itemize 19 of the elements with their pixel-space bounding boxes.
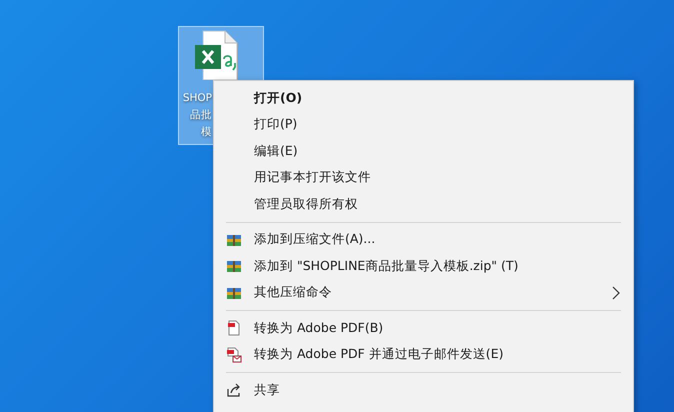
share-icon (226, 382, 242, 398)
menu-item[interactable]: 其他压缩命令 (214, 280, 633, 306)
menu-item[interactable]: 转换为 Adobe PDF(B) (214, 315, 633, 342)
archive-icon (226, 258, 242, 274)
pdf-email-icon (226, 346, 242, 363)
file-name-label: 品批 (190, 108, 212, 123)
menu-item[interactable]: 管理员取得所有权 (214, 191, 633, 218)
menu-item[interactable]: 编辑(E) (214, 138, 633, 164)
menu-item[interactable]: 打印(P) (214, 112, 633, 138)
file-name-label: SHOP (182, 91, 212, 106)
menu-item[interactable]: 共享 (214, 377, 633, 404)
desktop-file-icon[interactable] (178, 26, 264, 80)
file-name-label: 模 (201, 125, 212, 140)
menu-item[interactable]: 添加到 "SHOPLINE商品批量导入模板.zip" (T) (214, 253, 633, 280)
menu-item[interactable]: 打开(O) (214, 85, 633, 112)
menu-item[interactable]: 转换为 Adobe PDF 并通过电子邮件发送(E) (214, 342, 633, 368)
menu-item[interactable]: 用记事本打开该文件 (214, 164, 633, 191)
menu-item[interactable]: 添加到压缩文件(A)... (214, 226, 633, 253)
pdf-document-icon (226, 320, 242, 336)
